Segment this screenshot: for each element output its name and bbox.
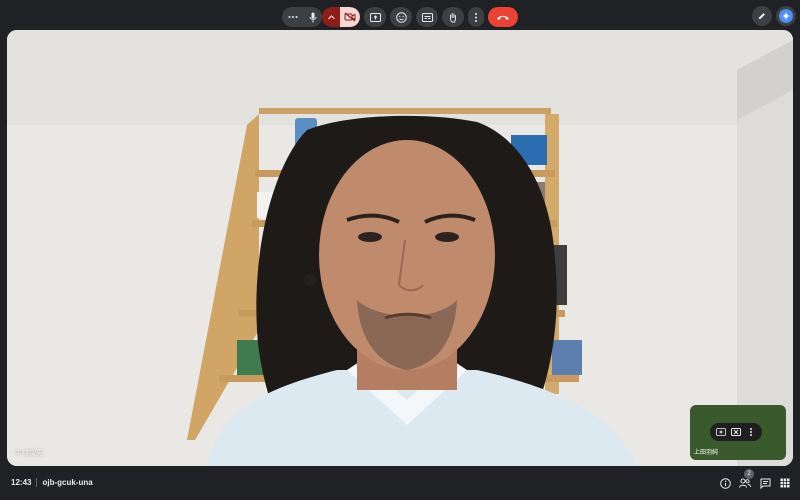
- edit-button[interactable]: [752, 6, 772, 26]
- present-button[interactable]: [364, 7, 386, 27]
- activities-grid-icon: [780, 478, 790, 488]
- people-icon: [739, 478, 751, 488]
- more-vert-icon: [475, 12, 477, 22]
- chevron-up-icon: [327, 14, 335, 19]
- activities-button[interactable]: [776, 474, 794, 492]
- info-icon: [719, 477, 731, 489]
- end-call-icon: [497, 15, 509, 20]
- main-participant-tile: 中村富男: [7, 30, 793, 466]
- self-view-tile[interactable]: 上田羽純: [690, 405, 786, 460]
- camera-options-button[interactable]: [322, 7, 340, 27]
- captions-button[interactable]: [416, 7, 438, 27]
- visual-effects-icon[interactable]: [714, 425, 728, 439]
- meet-window: 中村富男 上田羽純 12:43 ojb-gcuk-una 2: [0, 0, 800, 500]
- chat-icon: [760, 478, 770, 489]
- meeting-info-button[interactable]: [716, 474, 734, 492]
- chat-button[interactable]: [756, 474, 774, 492]
- meeting-details: 12:43 ojb-gcuk-una: [11, 478, 93, 487]
- self-more-icon[interactable]: [744, 425, 758, 439]
- frame-selfview-icon[interactable]: [729, 425, 743, 439]
- emoji-reaction-icon: [395, 11, 407, 23]
- reaction-button[interactable]: [390, 7, 412, 27]
- leave-call-button[interactable]: [488, 7, 518, 27]
- camera-control-group: [322, 7, 360, 27]
- participant-name-label: 中村富男: [15, 450, 43, 457]
- meeting-code: ojb-gcuk-una: [42, 478, 93, 487]
- edit-pen-icon: [759, 13, 765, 19]
- present-screen-icon: [369, 12, 381, 22]
- microphone-button[interactable]: [309, 12, 317, 23]
- camera-button[interactable]: [340, 7, 360, 27]
- divider: [36, 478, 38, 487]
- meeting-time: 12:43: [11, 478, 32, 487]
- camera-off-icon: [344, 12, 356, 22]
- self-name-label: 上田羽純: [694, 450, 719, 456]
- self-view-controls: [710, 423, 762, 441]
- more-options-icon[interactable]: [288, 15, 298, 19]
- participant-video: [7, 30, 793, 466]
- microphone-icon: [309, 12, 316, 22]
- bottom-toolbar: 12:43 ojb-gcuk-una: [0, 466, 800, 500]
- raise-hand-button[interactable]: [442, 7, 464, 27]
- gemini-sparkle-icon: [779, 9, 793, 23]
- captions-icon: [421, 12, 433, 22]
- raise-hand-icon: [450, 12, 456, 23]
- more-actions-button[interactable]: [468, 7, 484, 27]
- mic-control-group: [282, 7, 322, 27]
- participant-count-badge: 2: [744, 469, 754, 479]
- gemini-button[interactable]: [776, 6, 796, 26]
